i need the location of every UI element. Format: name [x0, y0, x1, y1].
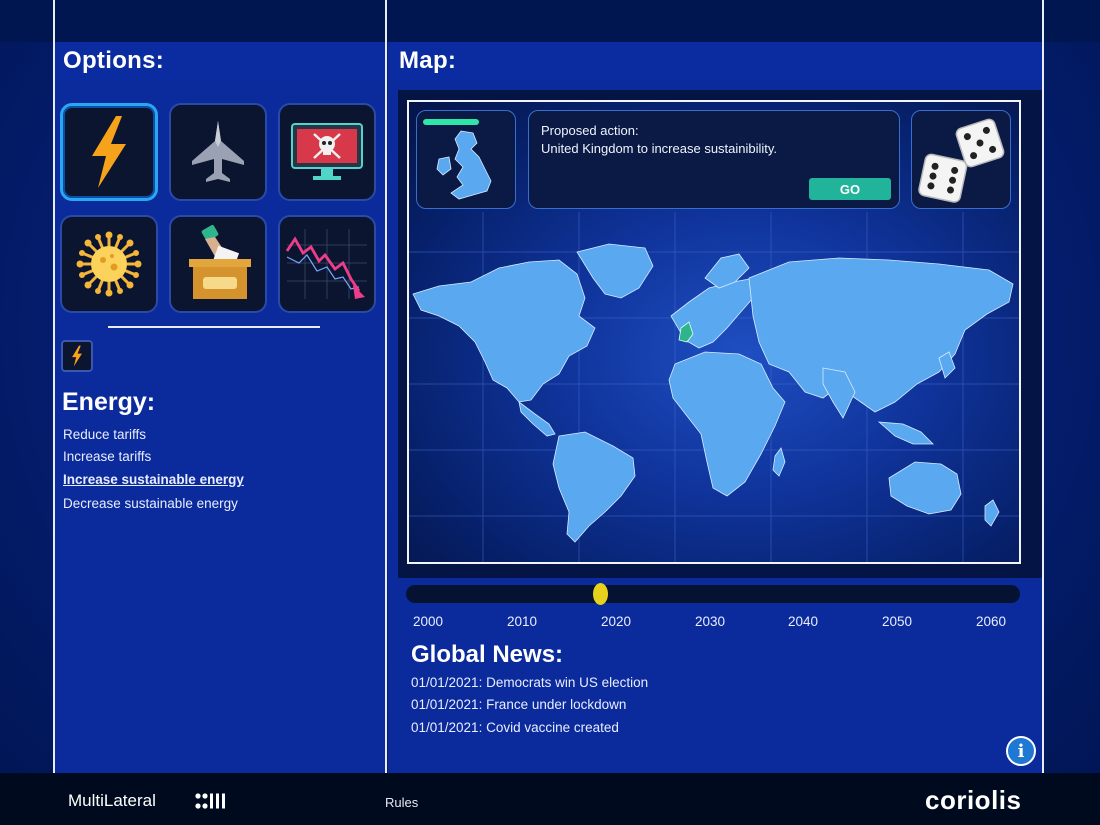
divider-middle: [385, 0, 387, 773]
options-title: Options:: [63, 47, 165, 74]
top-strip: [0, 0, 1100, 42]
action-increase-tariffs[interactable]: Increase tariffs: [63, 449, 151, 464]
timeline-track[interactable]: [406, 585, 1020, 603]
options-header: Options:: [55, 42, 385, 80]
fighter-jet-icon: [192, 121, 244, 182]
divider-left: [53, 0, 55, 773]
timeline-year-label: 2020: [601, 614, 632, 629]
falling-graph-icon: [285, 229, 367, 299]
timeline-year-label: 2040: [788, 614, 819, 629]
tile-cyber[interactable]: [278, 103, 376, 201]
action-reduce-tariffs[interactable]: Reduce tariffs: [63, 427, 146, 442]
timeline-slider-knob[interactable]: [593, 583, 608, 605]
brand-name: MultiLateral: [68, 791, 156, 810]
action-increase-sustainable-energy[interactable]: Increase sustainable energy: [63, 472, 244, 487]
dice-icon: [918, 118, 1005, 203]
tile-economy[interactable]: [278, 215, 376, 313]
uk-map-icon: [436, 130, 492, 200]
news-title: Global News:: [411, 641, 564, 668]
selected-category-badge: [61, 340, 93, 372]
tile-military[interactable]: [169, 103, 267, 201]
tile-energy[interactable]: [60, 103, 158, 201]
map-title: Map:: [399, 47, 457, 74]
country-card: [416, 110, 516, 209]
timeline-year-label: 2000: [413, 614, 444, 629]
timeline-year-label: 2010: [507, 614, 538, 629]
action-decrease-sustainable-energy[interactable]: Decrease sustainable energy: [63, 496, 238, 511]
rules-link[interactable]: Rules: [385, 795, 418, 810]
tile-election[interactable]: [169, 215, 267, 313]
lightning-bolt-icon: [92, 116, 126, 188]
news-item: 01/01/2021: Covid vaccine created: [411, 720, 619, 735]
timeline-year-label: 2030: [695, 614, 726, 629]
news-item: 01/01/2021: Democrats win US election: [411, 675, 649, 690]
timeline-year-label: 2050: [882, 614, 913, 629]
country-strength-bar: [423, 119, 479, 125]
go-button[interactable]: GO: [809, 178, 891, 200]
divider-right: [1042, 0, 1044, 773]
virus-icon: [76, 231, 142, 297]
dice-card[interactable]: [911, 110, 1011, 209]
proposal-label: Proposed action:: [541, 123, 639, 138]
options-separator: [108, 326, 320, 328]
map-header: Map:: [388, 42, 1042, 80]
info-icon: i: [1017, 740, 1025, 762]
lightning-bolt-icon: [72, 345, 82, 367]
info-button[interactable]: i: [1006, 736, 1036, 766]
ballot-box-icon: [189, 225, 251, 299]
coriolis-logo: coriolis: [925, 785, 1022, 815]
proposal-text: United Kingdom to increase sustainibilit…: [541, 141, 778, 156]
tile-health[interactable]: [60, 215, 158, 313]
brand-dots-icon: [195, 793, 225, 809]
news-item: 01/01/2021: France under lockdown: [411, 697, 627, 712]
game-screen: Options: Map: Energy: Reduce tariffs Inc…: [0, 0, 1100, 825]
timeline-year-label: 2060: [976, 614, 1007, 629]
category-title: Energy:: [62, 388, 156, 416]
skull-monitor-icon: [291, 123, 363, 180]
